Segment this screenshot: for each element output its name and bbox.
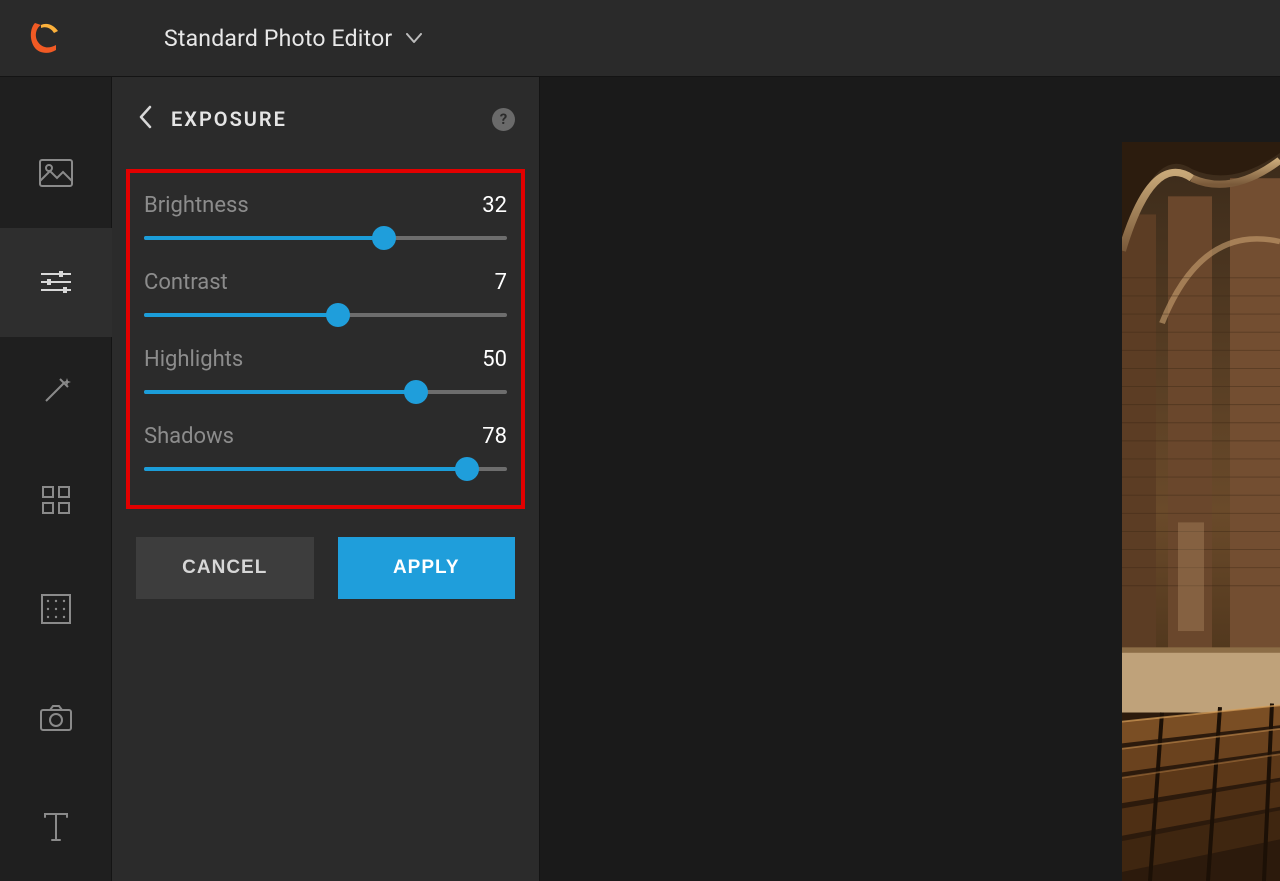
rail-adjust[interactable] (0, 228, 112, 337)
help-button[interactable]: ? (492, 108, 515, 131)
slider-track[interactable] (144, 236, 507, 240)
rail-camera[interactable] (0, 663, 112, 772)
exposure-panel: EXPOSURE ? Brightness 32 Contrast 7 (112, 77, 540, 881)
slider-contrast: Contrast 7 (144, 270, 507, 317)
top-bar: Standard Photo Editor (0, 0, 1280, 77)
apply-button[interactable]: APPLY (338, 537, 516, 599)
slider-brightness: Brightness 32 (144, 193, 507, 240)
rail-magic[interactable] (0, 337, 112, 446)
rail-grid[interactable] (0, 554, 112, 663)
chevron-down-icon (406, 29, 422, 48)
slider-label: Contrast (144, 270, 228, 295)
slider-thumb[interactable] (404, 380, 428, 404)
slider-value: 50 (482, 347, 507, 372)
photo-preview (1122, 142, 1280, 881)
slider-shadows: Shadows 78 (144, 424, 507, 471)
panel-title: EXPOSURE (171, 107, 474, 131)
slider-track[interactable] (144, 390, 507, 394)
cancel-button[interactable]: CANCEL (136, 537, 314, 599)
rail-text[interactable] (0, 772, 112, 881)
rail-image[interactable] (0, 119, 112, 228)
main-area: EXPOSURE ? Brightness 32 Contrast 7 (0, 77, 1280, 881)
slider-thumb[interactable] (455, 457, 479, 481)
left-rail (0, 77, 112, 881)
slider-value: 7 (495, 270, 507, 295)
slider-label: Shadows (144, 424, 234, 449)
canvas-area[interactable] (540, 77, 1280, 881)
app-title: Standard Photo Editor (164, 25, 392, 52)
rail-apps[interactable] (0, 446, 112, 555)
back-button[interactable] (138, 105, 153, 133)
slider-track[interactable] (144, 313, 507, 317)
slider-thumb[interactable] (326, 303, 350, 327)
slider-track[interactable] (144, 467, 507, 471)
mode-selector[interactable]: Standard Photo Editor (164, 25, 422, 52)
app-logo[interactable] (24, 18, 64, 58)
slider-value: 78 (482, 424, 507, 449)
slider-label: Brightness (144, 193, 249, 218)
button-row: CANCEL APPLY (112, 509, 539, 599)
slider-thumb[interactable] (372, 226, 396, 250)
slider-value: 32 (482, 193, 507, 218)
slider-highlights: Highlights 50 (144, 347, 507, 394)
sliders-group: Brightness 32 Contrast 7 (126, 169, 525, 509)
slider-label: Highlights (144, 347, 243, 372)
